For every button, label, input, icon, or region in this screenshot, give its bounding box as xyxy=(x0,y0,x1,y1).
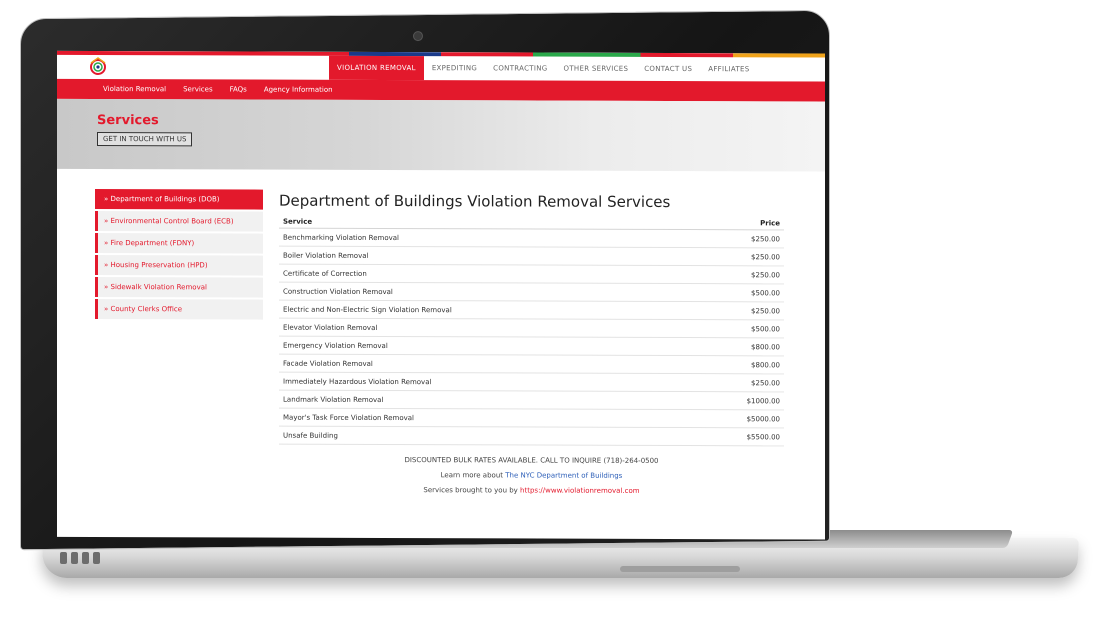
learn-more-text: Learn more about xyxy=(440,471,503,480)
table-row: Emergency Violation Removal $800.00 xyxy=(279,336,784,356)
learn-more-line: Learn more about The NYC Department of B… xyxy=(279,468,784,485)
service-name: Construction Violation Removal xyxy=(279,282,689,302)
top-nav-other-services[interactable]: OTHER SERVICES xyxy=(556,57,637,81)
sidebar-item-county-clerks[interactable]: » County Clerks Office xyxy=(95,298,263,320)
services-table: Service Price Benchmarking Violation Rem… xyxy=(279,215,784,447)
service-price: $250.00 xyxy=(688,229,784,248)
sub-nav: Violation Removal Services FAQs Agency I… xyxy=(57,78,825,102)
service-price: $5000.00 xyxy=(688,409,784,428)
site-header: VIOLATION REMOVAL EXPEDITING CONTRACTING… xyxy=(57,50,825,82)
service-price: $250.00 xyxy=(688,247,784,266)
service-price: $500.00 xyxy=(688,283,784,302)
top-nav-contracting[interactable]: CONTRACTING xyxy=(485,56,555,80)
table-row: Mayor's Task Force Violation Removal $500… xyxy=(279,408,784,428)
service-price: $1000.00 xyxy=(688,391,784,410)
sidebar-item-dob[interactable]: » Department of Buildings (DOB) xyxy=(95,188,263,210)
top-nav-contact-us[interactable]: CONTACT US xyxy=(636,57,700,81)
violation-removal-link[interactable]: https://www.violationremoval.com xyxy=(520,486,640,494)
footer-notes: DISCOUNTED BULK RATES AVAILABLE. CALL TO… xyxy=(279,453,784,500)
table-row: Construction Violation Removal $500.00 xyxy=(279,282,784,302)
bulk-rates-note: DISCOUNTED BULK RATES AVAILABLE. CALL TO… xyxy=(404,456,659,465)
laptop-screen: VIOLATION REMOVAL EXPEDITING CONTRACTING… xyxy=(57,50,825,540)
table-row: Facade Violation Removal $800.00 xyxy=(279,354,784,374)
table-row: Certificate of Correction $250.00 xyxy=(279,264,784,284)
hero-banner: Services GET IN TOUCH WITH US xyxy=(57,98,825,172)
service-price: $800.00 xyxy=(688,355,784,374)
section-heading: Department of Buildings Violation Remova… xyxy=(279,191,671,211)
sidebar-item-hpd[interactable]: » Housing Preservation (HPD) xyxy=(95,254,263,276)
table-row: Landmark Violation Removal $1000.00 xyxy=(279,390,784,410)
sub-nav-violation-removal[interactable]: Violation Removal xyxy=(103,79,166,99)
sidebar-item-ecb[interactable]: » Environmental Control Board (ECB) xyxy=(95,210,263,232)
sidebar: » Department of Buildings (DOB) » Enviro… xyxy=(95,188,263,322)
table-row: Boiler Violation Removal $250.00 xyxy=(279,246,784,266)
service-name: Boiler Violation Removal xyxy=(279,246,689,266)
service-price: $5500.00 xyxy=(688,427,784,446)
camera-icon xyxy=(413,31,423,42)
get-in-touch-button[interactable]: GET IN TOUCH WITH US xyxy=(97,131,193,147)
service-name: Certificate of Correction xyxy=(279,264,689,284)
service-name: Immediately Hazardous Violation Removal xyxy=(279,372,689,392)
table-row: Immediately Hazardous Violation Removal $… xyxy=(279,372,784,392)
service-name: Facade Violation Removal xyxy=(279,354,689,374)
top-nav-violation-removal[interactable]: VIOLATION REMOVAL xyxy=(329,55,424,81)
sidebar-item-fdny[interactable]: » Fire Department (FDNY) xyxy=(95,232,263,254)
service-name: Elevator Violation Removal xyxy=(279,318,689,338)
sub-nav-agency-information[interactable]: Agency Information xyxy=(264,80,333,100)
laptop-lid: VIOLATION REMOVAL EXPEDITING CONTRACTING… xyxy=(20,9,830,551)
service-price: $250.00 xyxy=(688,301,784,320)
service-name: Landmark Violation Removal xyxy=(279,390,689,410)
top-nav-expediting[interactable]: EXPEDITING xyxy=(424,56,485,80)
service-name: Mayor's Task Force Violation Removal xyxy=(279,408,689,428)
service-name: Emergency Violation Removal xyxy=(279,336,689,356)
service-price: $250.00 xyxy=(688,373,784,392)
service-price: $250.00 xyxy=(688,265,784,284)
top-nav: VIOLATION REMOVAL EXPEDITING CONTRACTING… xyxy=(329,55,758,81)
column-header-price: Price xyxy=(688,217,784,230)
service-price: $800.00 xyxy=(688,337,784,356)
table-row: Elevator Violation Removal $500.00 xyxy=(279,318,784,338)
service-name: Electric and Non-Electric Sign Violation… xyxy=(279,300,689,320)
top-nav-affiliates[interactable]: AFFILIATES xyxy=(700,57,757,81)
service-name: Unsafe Building xyxy=(279,426,689,446)
nyc-dob-link[interactable]: The NYC Department of Buildings xyxy=(505,471,622,479)
sidebar-item-sidewalk[interactable]: » Sidewalk Violation Removal xyxy=(95,276,263,298)
service-name: Benchmarking Violation Removal xyxy=(279,228,689,248)
laptop-ports xyxy=(60,552,100,564)
service-price: $500.00 xyxy=(688,319,784,338)
table-row: Unsafe Building $5500.00 xyxy=(279,426,784,446)
table-row: Benchmarking Violation Removal $250.00 xyxy=(279,228,784,248)
brought-by-text: Services brought to you by xyxy=(423,486,518,495)
site-logo-icon[interactable] xyxy=(87,57,109,75)
table-row: Electric and Non-Electric Sign Violation… xyxy=(279,300,784,320)
brought-by-line: Services brought to you by https://www.v… xyxy=(279,483,784,500)
sub-nav-faqs[interactable]: FAQs xyxy=(230,79,247,99)
main-content: Department of Buildings Violation Remova… xyxy=(279,192,799,500)
page-title: Services xyxy=(97,112,159,129)
sub-nav-services[interactable]: Services xyxy=(183,79,213,99)
trackpad-notch xyxy=(620,566,740,572)
